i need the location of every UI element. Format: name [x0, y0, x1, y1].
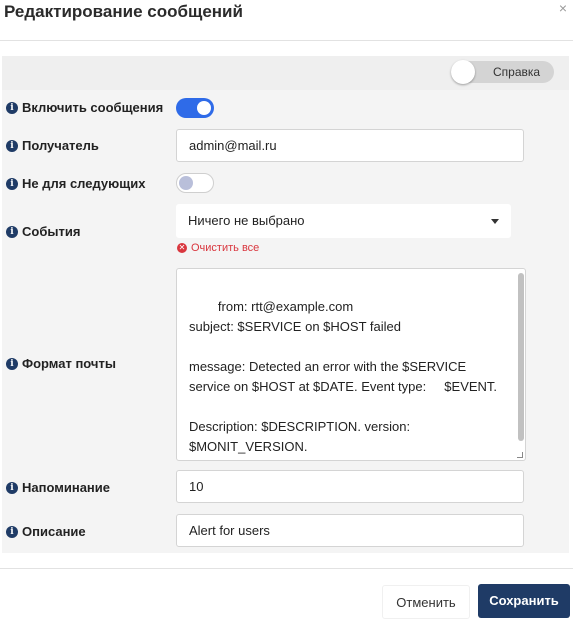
row-enable-messages: i Включить сообщения	[2, 94, 569, 122]
close-icon[interactable]: ×	[559, 1, 567, 15]
resize-handle-icon[interactable]	[517, 452, 523, 458]
reminder-input[interactable]: 10	[176, 470, 524, 503]
row-description: i Описание Alert for users	[2, 513, 569, 549]
toggle-knob	[179, 176, 193, 190]
events-label-text: События	[22, 224, 81, 239]
cancel-button[interactable]: Отменить	[382, 585, 470, 619]
info-icon: i	[6, 225, 18, 238]
save-button[interactable]: Сохранить	[478, 584, 570, 618]
reminder-label-text: Напоминание	[22, 480, 111, 495]
mail-format-label-text: Формат почты	[22, 356, 116, 371]
clear-all-label: Очистить все	[191, 242, 260, 254]
help-toggle-knob	[451, 60, 475, 84]
row-not-for-following: i Не для следующих	[2, 170, 569, 198]
row-events: i События Ничего не выбрано ✕ Очистить в…	[2, 204, 569, 260]
row-recipient: i Получатель admin@mail.ru	[2, 128, 569, 164]
dialog-body: Справка i Включить сообщения i Получател…	[2, 56, 569, 553]
row-mail-format: i Формат почты from: rtt@example.com sub…	[2, 267, 569, 463]
help-row: Справка	[2, 56, 569, 90]
mail-format-textarea[interactable]: from: rtt@example.com subject: $SERVICE …	[176, 268, 526, 461]
info-icon: i	[6, 525, 18, 538]
events-label: i События	[6, 224, 80, 239]
enable-messages-label: i Включить сообщения	[6, 100, 163, 115]
info-icon: i	[6, 139, 18, 152]
events-select[interactable]: Ничего не выбрано	[176, 204, 511, 238]
recipient-input[interactable]: admin@mail.ru	[176, 129, 524, 162]
description-label-text: Описание	[22, 524, 86, 539]
dialog-header: Редактирование сообщений ×	[0, 0, 573, 41]
info-icon: i	[6, 101, 18, 114]
row-reminder: i Напоминание 10	[2, 469, 569, 505]
events-select-value: Ничего не выбрано	[188, 213, 305, 228]
recipient-label: i Получатель	[6, 138, 99, 153]
edit-messages-dialog: Редактирование сообщений × Справка i Вкл…	[0, 0, 573, 622]
textarea-scrollbar[interactable]	[518, 273, 524, 441]
recipient-label-text: Получатель	[22, 138, 99, 153]
toggle-knob	[197, 101, 211, 115]
description-label: i Описание	[6, 524, 86, 539]
enable-messages-label-text: Включить сообщения	[22, 100, 164, 115]
help-toggle-label: Справка	[493, 65, 541, 79]
reminder-label: i Напоминание	[6, 480, 110, 495]
not-for-following-label: i Не для следующих	[6, 176, 145, 191]
info-icon: i	[6, 357, 18, 370]
dialog-footer: Отменить Сохранить	[0, 568, 573, 622]
dialog-title: Редактирование сообщений	[4, 2, 243, 21]
not-for-following-label-text: Не для следующих	[22, 176, 146, 191]
times-circle-icon: ✕	[177, 243, 187, 253]
description-input[interactable]: Alert for users	[176, 514, 524, 547]
enable-messages-toggle[interactable]	[176, 98, 214, 118]
caret-down-icon	[491, 219, 499, 224]
clear-all-link[interactable]: ✕ Очистить все	[177, 242, 259, 254]
mail-format-text: from: rtt@example.com subject: $SERVICE …	[189, 299, 498, 454]
info-icon: i	[6, 481, 18, 494]
info-icon: i	[6, 177, 18, 190]
not-for-following-toggle[interactable]	[176, 173, 214, 193]
mail-format-label: i Формат почты	[6, 356, 116, 371]
help-toggle[interactable]: Справка	[451, 60, 554, 84]
